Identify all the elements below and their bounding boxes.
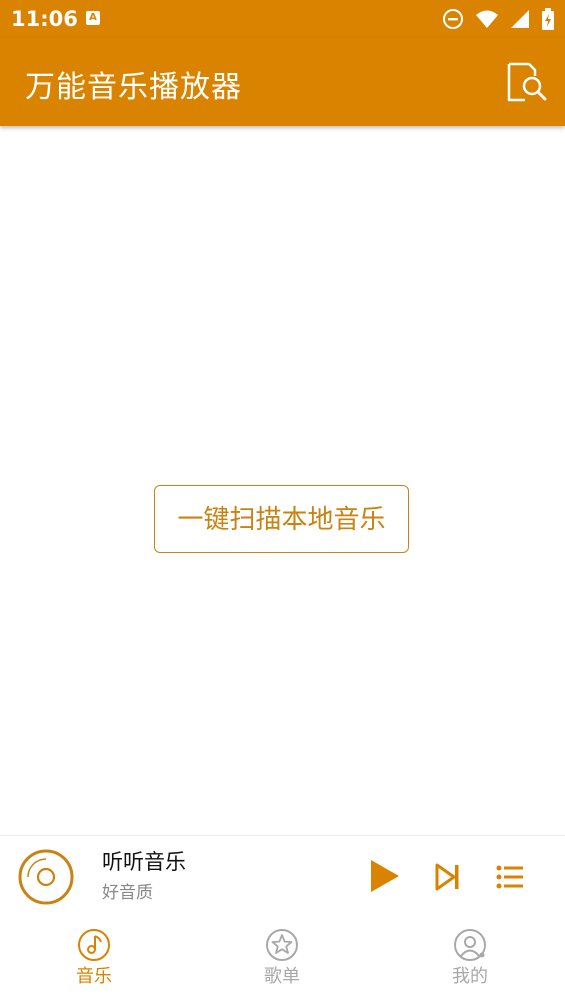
star-icon <box>266 929 298 961</box>
mini-player[interactable]: 听听音乐 好音质 <box>0 835 565 917</box>
music-note-icon <box>78 929 110 961</box>
signal-icon <box>510 10 529 28</box>
nav-playlist[interactable]: 歌单 <box>222 928 342 988</box>
playlist-icon[interactable] <box>496 864 524 890</box>
bottom-nav: 音乐 歌单 我的 <box>0 916 565 1004</box>
song-subtitle: 好音质 <box>102 883 153 903</box>
next-track-icon[interactable] <box>434 862 462 892</box>
page-title: 万能音乐播放器 <box>25 70 242 105</box>
play-icon[interactable] <box>368 858 402 894</box>
song-title: 听听音乐 <box>102 850 186 874</box>
battery-icon <box>542 8 554 30</box>
status-icons <box>436 8 555 30</box>
wifi-icon <box>475 10 498 28</box>
status-bar: 11:06 A <box>0 0 565 38</box>
scan-file-search-icon[interactable] <box>505 60 547 104</box>
nav-label-music: 音乐 <box>76 966 112 987</box>
scan-local-music-button[interactable]: 一键扫描本地音乐 <box>154 485 409 553</box>
nav-label-playlist: 歌单 <box>264 966 300 987</box>
nav-label-mine: 我的 <box>452 966 488 987</box>
user-icon <box>454 929 486 961</box>
app-bar: 万能音乐播放器 <box>0 38 565 126</box>
status-time: 11:06 <box>11 7 78 31</box>
nav-music[interactable]: 音乐 <box>34 928 154 988</box>
notification-a-icon: A <box>86 11 100 25</box>
nav-mine[interactable]: 我的 <box>410 928 530 988</box>
do-not-disturb-icon <box>442 9 463 29</box>
disc-icon[interactable] <box>18 849 74 905</box>
